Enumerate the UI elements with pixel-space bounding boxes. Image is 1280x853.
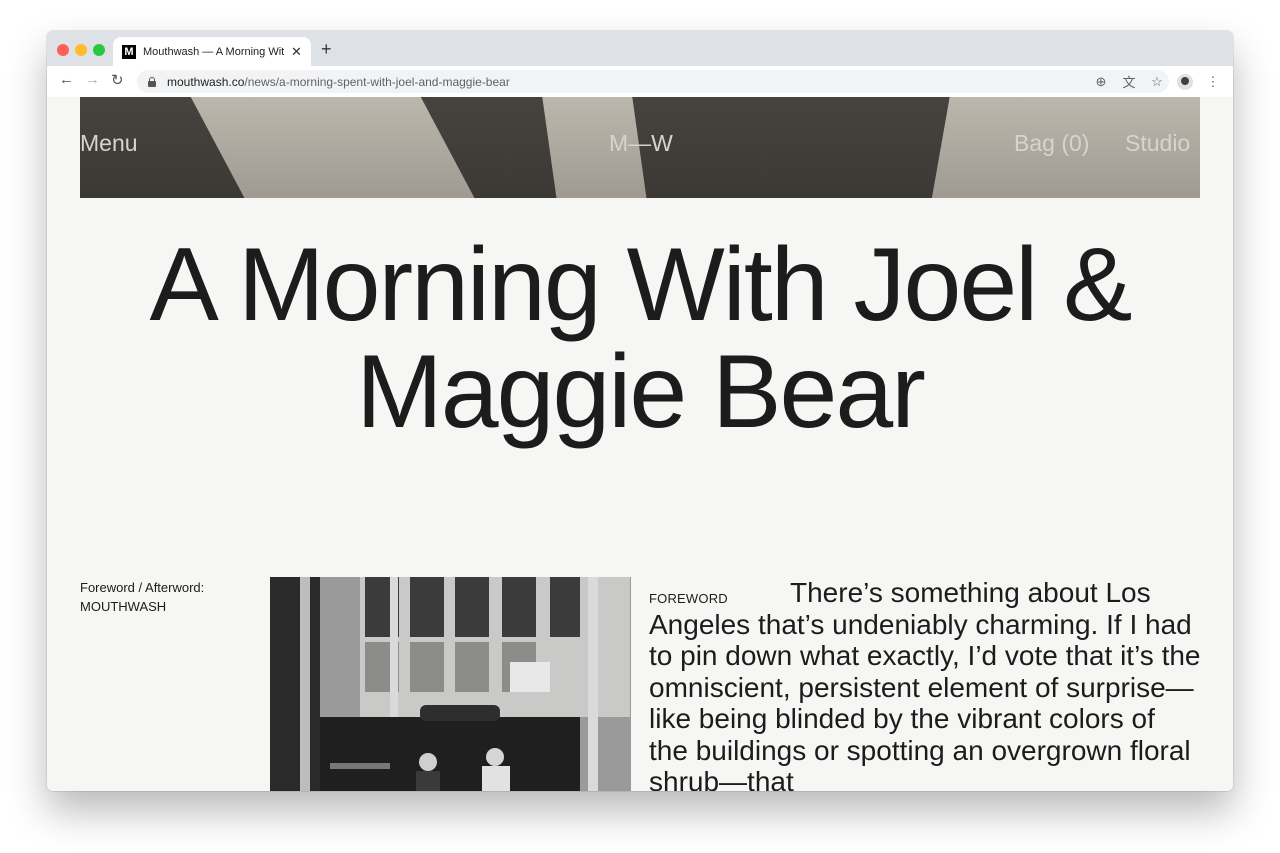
minimize-window-button[interactable] (75, 44, 87, 56)
tab-active[interactable]: M Mouthwash — A Morning With J ✕ (113, 37, 311, 66)
site-logo[interactable]: M—W (609, 130, 673, 157)
article-photo-image (270, 577, 631, 791)
web-page: Menu M—W Bag (0) Studio A Morning With J… (47, 97, 1233, 791)
new-tab-button[interactable]: + (321, 39, 332, 60)
favicon-icon: M (122, 44, 136, 59)
profile-avatar[interactable] (1177, 73, 1193, 90)
translate-icon[interactable]: ⽂ (1121, 72, 1137, 91)
url-text[interactable]: mouthwash.co/news/a-morning-spent-with-j… (167, 75, 510, 89)
studio-link[interactable]: Studio (1125, 130, 1190, 157)
close-window-button[interactable] (57, 44, 69, 56)
kebab-menu-icon[interactable]: ⋮ (1205, 74, 1221, 90)
tab-title: Mouthwash — A Morning With J (143, 45, 285, 58)
bag-link[interactable]: Bag (0) (1014, 130, 1089, 157)
browser-window: M Mouthwash — A Morning With J ✕ + ← → ↻… (47, 31, 1233, 791)
credit-label: Foreword / Afterword: (80, 580, 205, 595)
lock-icon[interactable] (147, 76, 157, 87)
reload-button[interactable]: ↻ (111, 71, 124, 89)
maximize-window-button[interactable] (93, 44, 105, 56)
credit-author: MOUTHWASH (80, 599, 167, 614)
menu-link[interactable]: Menu (80, 130, 138, 157)
article-title: A Morning With Joel & Maggie Bear (149, 227, 1132, 450)
address-bar[interactable]: mouthwash.co/news/a-morning-spent-with-j… (137, 70, 1169, 93)
article-photo (270, 577, 631, 791)
article-body: There’s something about Los Angeles that… (649, 577, 1201, 791)
url-path: /news/a-morning-spent-with-joel-and-magg… (244, 74, 510, 89)
forward-button[interactable]: → (85, 71, 100, 88)
close-tab-icon[interactable]: ✕ (291, 44, 302, 60)
url-domain: mouthwash.co (167, 74, 245, 89)
back-button[interactable]: ← (59, 71, 74, 88)
article-credit: Foreword / Afterword: MOUTHWASH (80, 578, 204, 616)
tab-strip: M Mouthwash — A Morning With J ✕ + (47, 31, 1233, 66)
star-icon[interactable]: ☆ (1149, 74, 1165, 90)
hero-image: Menu M—W Bag (0) Studio (80, 97, 1200, 198)
toolbar-icons: ⊕ ⽂ ☆ ⋮ (1093, 72, 1221, 91)
add-circle-icon[interactable]: ⊕ (1093, 74, 1109, 90)
browser-toolbar: ← → ↻ mouthwash.co/news/a-morning-spent-… (47, 66, 1233, 98)
